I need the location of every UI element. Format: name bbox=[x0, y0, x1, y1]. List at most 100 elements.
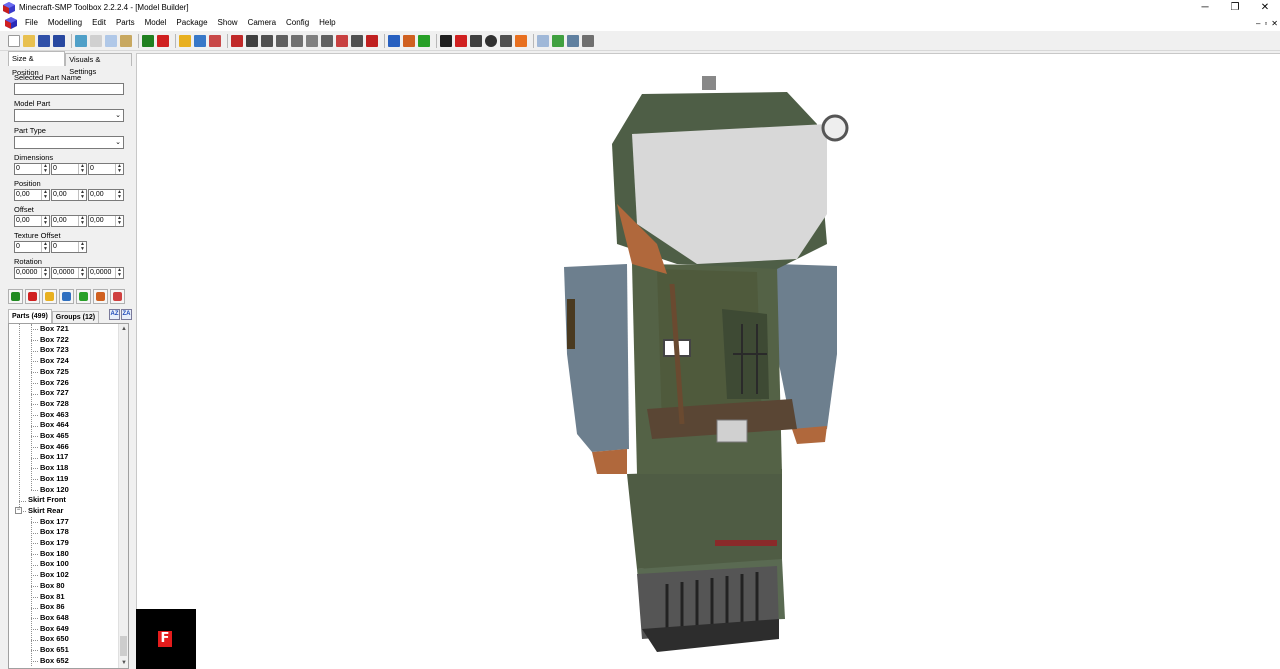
cut-icon[interactable] bbox=[90, 34, 102, 47]
rotate-icon[interactable] bbox=[291, 34, 303, 47]
menu-modelling[interactable]: Modelling bbox=[43, 15, 87, 31]
collapse-icon[interactable]: − bbox=[15, 506, 22, 514]
move-y-icon[interactable] bbox=[246, 34, 258, 47]
offset-z-stepper[interactable]: 0,00 ▲ ▼ bbox=[88, 215, 124, 227]
parts-tree[interactable]: Box 721 Box 722 Box 723 Box 724 Box 725 Box 7… bbox=[8, 323, 129, 669]
position-y-stepper[interactable]: 0,00 ▲ ▼ bbox=[51, 189, 87, 201]
tree-item[interactable]: Box 651 bbox=[9, 645, 119, 656]
tree-item[interactable]: Box 726 bbox=[9, 378, 119, 389]
menu-package[interactable]: Package bbox=[171, 15, 212, 31]
scroll-down-icon[interactable]: ▼ bbox=[119, 658, 128, 668]
rotation-x-stepper[interactable]: 0,0000 ▲ ▼ bbox=[14, 267, 50, 279]
group-icon[interactable] bbox=[194, 34, 206, 47]
group-parts-button[interactable] bbox=[59, 289, 74, 304]
spin-arrows-icon[interactable]: ▲ ▼ bbox=[115, 190, 123, 200]
tree-item[interactable]: Box 80 bbox=[9, 581, 119, 592]
add-part-icon[interactable] bbox=[157, 34, 169, 47]
model-part-select[interactable]: ⌄ bbox=[14, 109, 124, 122]
tree-item[interactable]: Box 180 bbox=[9, 549, 119, 560]
tree-item[interactable]: Box 650 bbox=[9, 634, 119, 645]
delete-button[interactable] bbox=[110, 289, 125, 304]
scroll-up-icon[interactable]: ▲ bbox=[119, 324, 128, 334]
tree-item[interactable]: Box 722 bbox=[9, 335, 119, 346]
delete-part-icon[interactable] bbox=[209, 34, 221, 47]
tree-item[interactable]: Box 119 bbox=[9, 474, 119, 485]
spin-arrows-icon[interactable]: ▲ ▼ bbox=[41, 164, 49, 174]
tree-item[interactable]: Box 179 bbox=[9, 538, 119, 549]
spin-arrows-icon[interactable]: ▲ ▼ bbox=[78, 190, 86, 200]
add-green-box-button[interactable] bbox=[8, 289, 23, 304]
tree-item[interactable]: Box 727 bbox=[9, 388, 119, 399]
save-as-icon[interactable] bbox=[53, 34, 65, 47]
tree-item[interactable]: Box 177 bbox=[9, 517, 119, 528]
minimize-button[interactable]: ─ bbox=[1190, 0, 1220, 15]
mdi-restore-button[interactable]: ▫ bbox=[1264, 19, 1267, 28]
offset-y-stepper[interactable]: 0,00 ▲ ▼ bbox=[51, 215, 87, 227]
view-icon[interactable] bbox=[552, 34, 564, 47]
copy-icon[interactable] bbox=[105, 34, 117, 47]
tree-item[interactable]: Box 465 bbox=[9, 431, 119, 442]
menu-config[interactable]: Config bbox=[281, 15, 314, 31]
menu-model[interactable]: Model bbox=[140, 15, 172, 31]
save-icon[interactable] bbox=[38, 34, 50, 47]
tree-item[interactable]: Box 100 bbox=[9, 559, 119, 570]
position-z-stepper[interactable]: 0,00 ▲ ▼ bbox=[88, 189, 124, 201]
tree-item[interactable]: Box 178 bbox=[9, 527, 119, 538]
open-folder-icon[interactable] bbox=[23, 34, 35, 47]
tree-item[interactable]: Box 86 bbox=[9, 602, 119, 613]
tree-item[interactable]: Box 723 bbox=[9, 345, 119, 356]
menu-camera[interactable]: Camera bbox=[243, 15, 281, 31]
menu-parts[interactable]: Parts bbox=[111, 15, 140, 31]
tab-parts[interactable]: Parts (499) bbox=[8, 309, 52, 324]
spin-arrows-icon[interactable]: ▲ ▼ bbox=[115, 164, 123, 174]
tree-item[interactable]: Box 721 bbox=[9, 324, 119, 335]
selected-part-name-input[interactable] bbox=[14, 83, 124, 95]
spin-arrows-icon[interactable]: ▲ ▼ bbox=[41, 268, 49, 278]
paint-brush-button[interactable] bbox=[93, 289, 108, 304]
offset-x-stepper[interactable]: 0,00 ▲ ▼ bbox=[14, 215, 50, 227]
tab-size-position[interactable]: Size & Position bbox=[8, 51, 66, 77]
move-x-icon[interactable] bbox=[231, 34, 243, 47]
texture-icon[interactable] bbox=[388, 34, 400, 47]
edit-pencil-button[interactable] bbox=[42, 289, 57, 304]
mirror-icon[interactable] bbox=[336, 34, 348, 47]
paste-icon[interactable] bbox=[120, 34, 132, 47]
chart-icon[interactable] bbox=[418, 34, 430, 47]
tree-item[interactable]: Box 652 bbox=[9, 656, 119, 667]
pivot-icon[interactable] bbox=[366, 34, 378, 47]
texture-offset-v-stepper[interactable]: 0 ▲ ▼ bbox=[51, 241, 87, 253]
mdi-minimize-button[interactable]: – bbox=[1256, 19, 1260, 28]
rotate-left-icon[interactable] bbox=[306, 34, 318, 47]
tree-item[interactable]: Box 649 bbox=[9, 624, 119, 635]
spin-arrows-icon[interactable]: ▲ ▼ bbox=[41, 190, 49, 200]
sort-az-button[interactable]: AZ bbox=[109, 309, 120, 320]
tree-item[interactable]: Box 464 bbox=[9, 420, 119, 431]
tree-item[interactable]: Box 466 bbox=[9, 442, 119, 453]
menu-show[interactable]: Show bbox=[213, 15, 243, 31]
dimension-x-stepper[interactable]: 0 ▲ ▼ bbox=[14, 163, 50, 175]
tree-item[interactable]: Box 102 bbox=[9, 570, 119, 581]
light-icon[interactable] bbox=[515, 34, 527, 47]
3d-viewport[interactable] bbox=[136, 53, 1280, 669]
restore-button[interactable]: ❐ bbox=[1220, 0, 1250, 15]
mdi-close-button[interactable]: ✕ bbox=[1271, 19, 1278, 28]
new-file-icon[interactable] bbox=[8, 34, 20, 47]
settings-icon[interactable] bbox=[567, 34, 579, 47]
sort-za-button[interactable]: ZA bbox=[121, 309, 132, 320]
close-button[interactable]: ✕ bbox=[1250, 0, 1280, 15]
grid-icon[interactable] bbox=[537, 34, 549, 47]
document-icon[interactable] bbox=[5, 17, 17, 29]
position-x-stepper[interactable]: 0,00 ▲ ▼ bbox=[14, 189, 50, 201]
spin-arrows-icon[interactable]: ▲ ▼ bbox=[78, 216, 86, 226]
scale-icon[interactable] bbox=[351, 34, 363, 47]
menu-edit[interactable]: Edit bbox=[87, 15, 111, 31]
stick-icon[interactable] bbox=[470, 34, 482, 47]
tree-item[interactable]: Box 120 bbox=[9, 485, 119, 496]
camera-icon[interactable] bbox=[500, 34, 512, 47]
add-red-box-button[interactable] bbox=[25, 289, 40, 304]
rotation-y-stepper[interactable]: 0,0000 ▲ ▼ bbox=[51, 267, 87, 279]
tools-icon[interactable] bbox=[582, 34, 594, 47]
spin-arrows-icon[interactable]: ▲ ▼ bbox=[78, 164, 86, 174]
sphere-icon[interactable] bbox=[485, 34, 497, 47]
pencil-icon[interactable] bbox=[179, 34, 191, 47]
